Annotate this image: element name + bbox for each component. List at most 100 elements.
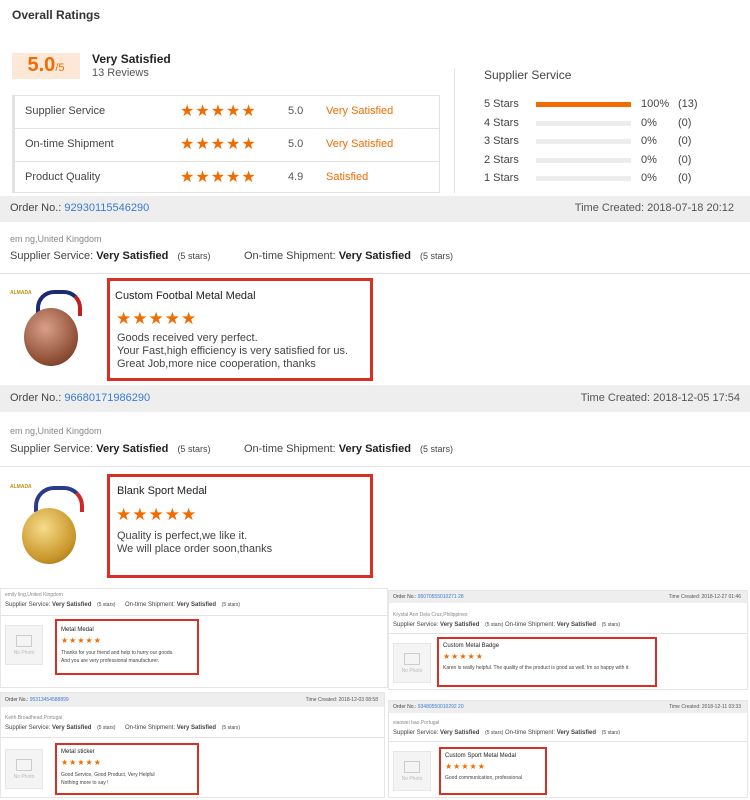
no-photo-placeholder: No Photo <box>393 643 431 683</box>
time-created: Time Created: 2018-12-05 17:54 <box>581 392 740 404</box>
time-label: Time Created: <box>305 697 338 703</box>
product-name[interactable]: Custom Sport Metal Medal <box>445 753 516 759</box>
buyer-name: emily ling,United Kingdom <box>5 592 63 598</box>
shipment-value: Very Satisfied <box>338 443 411 455</box>
service-value: Very Satisfied <box>96 250 169 262</box>
divider <box>0 466 750 467</box>
review-line: Nothing more to say ! <box>61 780 109 786</box>
criteria-score: 5.0 <box>288 105 304 117</box>
shipment-stars: (5 stars) <box>221 725 241 731</box>
order-number-link[interactable]: 96680171986290 <box>64 392 150 404</box>
time-created: Time Created: 2018-07-18 20:12 <box>575 202 734 214</box>
no-photo-label: No Photo <box>401 667 423 674</box>
service-line: Supplier Service: Very Satisfied (5 star… <box>393 622 503 628</box>
breakdown-bar <box>536 102 631 107</box>
medal-icon <box>22 508 76 564</box>
breakdown-percent: 0% <box>641 135 657 147</box>
score-value: 5.0 <box>27 54 56 76</box>
brand-label: ALMADA <box>10 290 32 296</box>
order-number-link[interactable]: 92930115546290 <box>64 202 149 214</box>
shipment-line: On-time Shipment: Very Satisfied (5 star… <box>244 443 453 455</box>
image-icon <box>16 634 32 647</box>
buyer-name: em ng,United Kingdom <box>10 426 102 436</box>
order-no-line: Order No.: 95070555010271 28 <box>393 594 464 600</box>
medal-icon <box>24 308 78 366</box>
brand-label: ALMADA <box>10 484 32 490</box>
product-name[interactable]: Metal Medal <box>61 627 94 633</box>
order-label: Order No.: <box>393 704 417 710</box>
order-number-link[interactable]: 93480550010292 20 <box>418 704 464 710</box>
time-created: Time Created: 2018-12-27 01:46 <box>669 594 741 600</box>
review-stars: ★★★★★ <box>116 309 198 328</box>
time-value: 2018-12-11 03:33 <box>701 704 741 710</box>
shipment-stars: (5 stars) <box>601 622 621 628</box>
time-value: 2018-12-05 17:54 <box>653 392 740 404</box>
shipment-label: On-time Shipment: <box>244 443 336 455</box>
review-line: We will place order soon,thanks <box>117 543 273 555</box>
service-label: Supplier Service: <box>5 725 51 731</box>
order-label: Order No.: <box>10 202 62 214</box>
shipment-stars: (5 stars) <box>601 730 621 736</box>
shipment-line: On-time Shipment: Very Satisfied (5 star… <box>505 730 620 736</box>
service-value: Very Satisfied <box>52 602 92 608</box>
criteria-label: On-time Shipment <box>25 138 114 150</box>
score-suffix: /5 <box>55 62 65 74</box>
image-icon <box>404 760 420 773</box>
service-stars: (5 stars) <box>485 622 504 628</box>
criteria-stars: ★★★★★ <box>180 136 257 153</box>
breakdown-count: (0) <box>678 172 692 184</box>
review-line: Good communication, professional <box>445 775 522 781</box>
order-number-link[interactable]: 95070555010271 28 <box>418 594 464 600</box>
product-name[interactable]: Custom Metal Badge <box>443 643 499 649</box>
service-label: Supplier Service: <box>393 730 439 736</box>
breakdown-label: 4 Stars <box>484 116 519 129</box>
order-number-link[interactable]: 95313454588899 <box>30 697 69 703</box>
shipment-value: Very Satisfied <box>556 730 597 736</box>
service-stars: (5 stars) <box>97 602 116 608</box>
review-line: Quality is perfect,we like it. <box>117 530 248 542</box>
criteria-stars: ★★★★★ <box>180 103 257 120</box>
product-thumbnail[interactable]: ALMADA <box>8 288 98 370</box>
time-label: Time Created: <box>668 594 701 600</box>
product-name[interactable]: Blank Sport Medal <box>117 485 207 497</box>
service-label: Supplier Service: <box>10 443 94 455</box>
shipment-line: On-time Shipment: Very Satisfied (5 star… <box>244 250 453 262</box>
divider <box>15 161 439 162</box>
service-label: Supplier Service: <box>10 250 94 262</box>
product-name[interactable]: Metal sticker <box>61 749 95 755</box>
vertical-divider <box>454 68 455 193</box>
order-label: Order No.: <box>10 392 62 404</box>
criteria-verdict: Very Satisfied <box>326 138 394 150</box>
order-no-line: Order No.: 96680171986290 <box>10 392 150 404</box>
buyer-name: em ng,United Kingdom <box>10 234 102 244</box>
service-stars: (5 stars) <box>97 725 116 731</box>
image-icon <box>16 758 32 771</box>
breakdown-bar <box>536 157 631 163</box>
image-icon <box>404 652 420 665</box>
breakdown-percent: 0% <box>641 153 657 166</box>
divider <box>0 273 750 274</box>
time-label: Time Created: <box>580 392 651 404</box>
time-label: Time Created: <box>669 704 701 710</box>
divider <box>389 633 747 634</box>
time-value: 2018-12-27 01:46 <box>701 594 741 600</box>
review-stars: ★★★★★ <box>61 758 102 767</box>
time-created: Time Created: 2018-12-11 03:33 <box>669 704 741 710</box>
product-thumbnail[interactable]: ALMADA <box>8 482 98 568</box>
shipment-line: On-time Shipment: Very Satisfied (5 star… <box>125 602 240 608</box>
review-stars: ★★★★★ <box>116 505 198 524</box>
service-line: Supplier Service: Very Satisfied (5 star… <box>10 250 210 262</box>
divider <box>1 615 387 616</box>
product-name[interactable]: Custom Footbal Metal Medal <box>115 290 256 302</box>
buyer-name: xiaowei bao,Portugal <box>393 720 440 726</box>
criteria-score: 5.0 <box>288 138 304 150</box>
review-text: Goods received very perfect. Your Fast,h… <box>117 332 348 371</box>
shipment-stars: (5 stars) <box>419 444 453 454</box>
no-photo-label: No Photo <box>13 649 35 656</box>
breakdown-count: (0) <box>678 135 692 147</box>
review-line: Thanks for your friend and help to hurry… <box>61 650 174 656</box>
review-line: Your Fast,high efficiency is very satisf… <box>117 345 349 357</box>
order-label: Order No.: <box>5 697 29 703</box>
no-photo-label: No Photo <box>401 775 423 782</box>
service-line: Supplier Service: Very Satisfied (5 star… <box>10 443 210 455</box>
